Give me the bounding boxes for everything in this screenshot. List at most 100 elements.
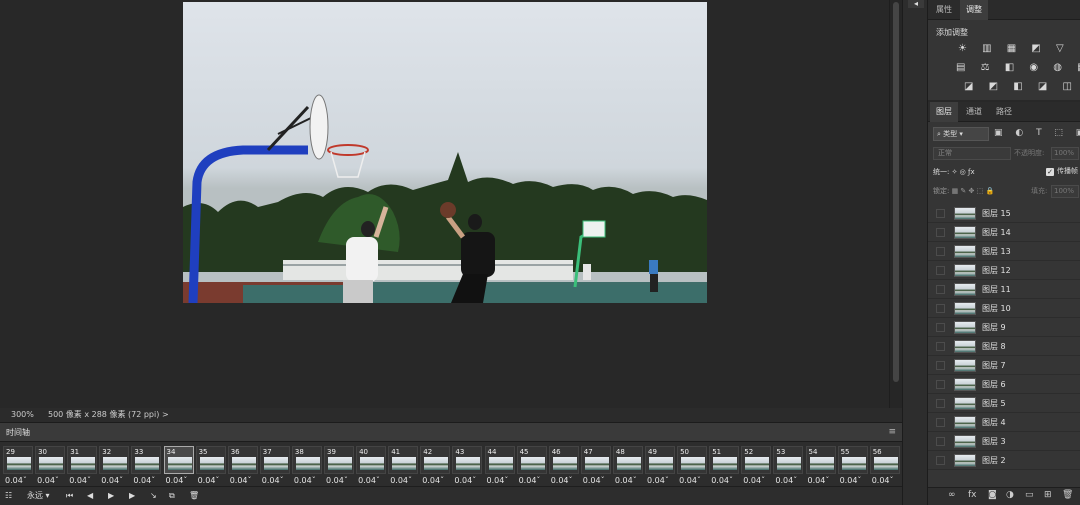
- panel-toggle-icon[interactable]: ◂: [908, 0, 924, 8]
- frame-thumbnail[interactable]: 56: [869, 446, 900, 474]
- visibility-toggle[interactable]: [936, 342, 945, 351]
- tab-channels[interactable]: 通道: [960, 102, 988, 122]
- tab-properties[interactable]: 属性: [930, 0, 958, 20]
- visibility-toggle[interactable]: [936, 399, 945, 408]
- frame-thumbnail[interactable]: 51: [709, 446, 740, 474]
- status-arrow-icon[interactable]: >: [162, 408, 169, 422]
- visibility-toggle[interactable]: [936, 380, 945, 389]
- fx-icon[interactable]: fx: [968, 490, 977, 500]
- loop-options-select[interactable]: 永远 ▾: [27, 490, 50, 502]
- frame-delay-select[interactable]: 0.04ˇ: [808, 476, 830, 485]
- tab-paths[interactable]: 路径: [990, 102, 1018, 122]
- first-frame-icon[interactable]: ⏮: [66, 490, 73, 502]
- frame-thumbnail[interactable]: 39: [324, 446, 354, 474]
- frame-delay-select[interactable]: 0.04ˇ: [37, 476, 59, 485]
- propagate-frame-checkbox[interactable]: ✓ 传播帧: [1046, 166, 1078, 176]
- tab-layers[interactable]: 图层: [930, 102, 958, 122]
- layer-row[interactable]: 图层 5: [928, 394, 1080, 413]
- frame-delay-select[interactable]: 0.04ˇ: [166, 476, 188, 485]
- canvas-vertical-scrollbar[interactable]: [889, 0, 902, 408]
- frame-delay-select[interactable]: 0.04ˇ: [5, 476, 27, 485]
- timeline-frame[interactable]: 54 0.04ˇ: [805, 446, 836, 486]
- visibility-toggle[interactable]: [936, 247, 945, 256]
- frame-delay-select[interactable]: 0.04ˇ: [133, 476, 155, 485]
- frame-delay-select[interactable]: 0.04ˇ: [262, 476, 284, 485]
- layer-row[interactable]: 图层 9: [928, 318, 1080, 337]
- adjustment-icons-row-2[interactable]: ▤ ⚖ ◧ ◉ ◍ ▦: [956, 62, 1080, 73]
- timeline-frame[interactable]: 56 0.04ˇ: [869, 446, 900, 486]
- timeline-frame[interactable]: 43 0.04ˇ: [452, 446, 483, 486]
- frame-delay-select[interactable]: 0.04ˇ: [358, 476, 380, 485]
- checkbox-checked-icon[interactable]: ✓: [1046, 168, 1054, 176]
- frame-delay-select[interactable]: 0.04ˇ: [679, 476, 701, 485]
- new-layer-icon[interactable]: ⊞: [1044, 490, 1052, 500]
- frame-thumbnail[interactable]: 36: [227, 446, 258, 474]
- frame-thumbnail[interactable]: 43: [452, 446, 483, 474]
- new-group-icon[interactable]: ▭: [1025, 490, 1034, 500]
- timeline-frame[interactable]: 53 0.04ˇ: [773, 446, 804, 486]
- layer-row[interactable]: 图层 6: [928, 375, 1080, 394]
- frame-thumbnail[interactable]: 42: [420, 446, 451, 474]
- timeline-frame[interactable]: 31 0.04ˇ: [67, 446, 98, 486]
- frame-thumbnail[interactable]: 55: [837, 446, 868, 474]
- frame-thumbnail[interactable]: 50: [677, 446, 708, 474]
- visibility-toggle[interactable]: [936, 266, 945, 275]
- layer-row[interactable]: 图层 11: [928, 280, 1080, 299]
- adjustment-icons-row-1[interactable]: ☀ ▥ ▦ ◩ ▽: [958, 43, 1070, 54]
- filter-type-icons[interactable]: ▣ ◐ T ⬚ ▣: [994, 128, 1080, 138]
- opacity-field[interactable]: 100%: [1051, 147, 1079, 160]
- duplicate-frame-icon[interactable]: ⧉: [169, 490, 175, 502]
- timeline-frame[interactable]: 39 0.04ˇ: [324, 446, 354, 486]
- frame-thumbnail[interactable]: 30: [35, 446, 66, 474]
- timeline-frame[interactable]: 40 0.04ˇ: [356, 446, 387, 486]
- layer-row[interactable]: 图层 14: [928, 223, 1080, 242]
- new-adjustment-icon[interactable]: ◑: [1006, 490, 1014, 500]
- frame-thumbnail[interactable]: 31: [67, 446, 98, 474]
- timeline-tab[interactable]: 时间轴: [6, 423, 30, 443]
- timeline-frame[interactable]: 29 0.04ˇ: [3, 446, 33, 486]
- timeline-frame[interactable]: 30 0.04ˇ: [35, 446, 66, 486]
- timeline-frame[interactable]: 41 0.04ˇ: [388, 446, 419, 486]
- layer-row[interactable]: 图层 12: [928, 261, 1080, 280]
- timeline-frame[interactable]: 46 0.04ˇ: [548, 446, 579, 486]
- layer-filter-select[interactable]: ⌕ 类型 ▾: [933, 127, 989, 141]
- visibility-toggle[interactable]: [936, 285, 945, 294]
- timeline-frame[interactable]: 49 0.04ˇ: [645, 446, 675, 486]
- timeline-frame[interactable]: 47 0.04ˇ: [580, 446, 611, 486]
- timeline-frame[interactable]: 44 0.04ˇ: [484, 446, 515, 486]
- frame-delay-select[interactable]: 0.04ˇ: [615, 476, 637, 485]
- frame-delay-select[interactable]: 0.04ˇ: [101, 476, 123, 485]
- timeline-frame[interactable]: 55 0.04ˇ: [837, 446, 868, 486]
- frame-thumbnail[interactable]: 40: [356, 446, 387, 474]
- scroll-thumb[interactable]: [893, 2, 899, 382]
- frame-thumbnail[interactable]: 53: [773, 446, 804, 474]
- delete-layer-icon[interactable]: 🗑: [1062, 490, 1073, 500]
- timeline-frame[interactable]: 34 0.04ˇ: [163, 446, 194, 486]
- fill-field[interactable]: 100%: [1051, 185, 1079, 198]
- frame-thumbnail[interactable]: 54: [805, 446, 836, 474]
- frame-thumbnail[interactable]: 44: [484, 446, 515, 474]
- frame-thumbnail[interactable]: 37: [259, 446, 290, 474]
- tab-adjustments[interactable]: 调整: [960, 0, 988, 20]
- frame-delay-select[interactable]: 0.04ˇ: [198, 476, 220, 485]
- document-image[interactable]: [183, 2, 707, 303]
- visibility-toggle[interactable]: [936, 418, 945, 427]
- frame-thumbnail[interactable]: 41: [388, 446, 419, 474]
- timeline-frame[interactable]: 50 0.04ˇ: [677, 446, 708, 486]
- timeline-frame[interactable]: 52 0.04ˇ: [741, 446, 772, 486]
- add-mask-icon[interactable]: ◙: [988, 490, 997, 500]
- timeline-frame[interactable]: 32 0.04ˇ: [99, 446, 130, 486]
- layer-row[interactable]: 图层 8: [928, 337, 1080, 356]
- timeline-frame[interactable]: 33 0.04ˇ: [131, 446, 162, 486]
- frame-delay-select[interactable]: 0.04ˇ: [840, 476, 862, 485]
- frame-thumbnail[interactable]: 47: [580, 446, 611, 474]
- frame-delay-select[interactable]: 0.04ˇ: [775, 476, 797, 485]
- frame-delay-select[interactable]: 0.04ˇ: [230, 476, 252, 485]
- frame-delay-select[interactable]: 0.04ˇ: [487, 476, 509, 485]
- frame-delay-select[interactable]: 0.04ˇ: [551, 476, 573, 485]
- timeline-frame[interactable]: 35 0.04ˇ: [195, 446, 226, 486]
- layer-row[interactable]: 图层 7: [928, 356, 1080, 375]
- timeline-frame[interactable]: 51 0.04ˇ: [709, 446, 740, 486]
- frame-delay-select[interactable]: 0.04ˇ: [583, 476, 605, 485]
- frame-thumbnail[interactable]: 52: [741, 446, 772, 474]
